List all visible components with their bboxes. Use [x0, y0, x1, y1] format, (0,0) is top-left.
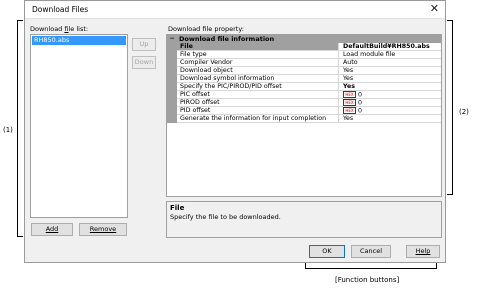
property-row-pirod-offset[interactable]: PIROD offset HEX 0: [167, 99, 441, 107]
property-row-pic-offset[interactable]: PIC offset HEX 0: [167, 91, 441, 99]
property-value: HEX 0: [339, 99, 441, 107]
annotation-left-bracket: [17, 20, 23, 237]
property-description-panel: File Specify the file to be downloaded.: [166, 201, 442, 238]
property-value: Yes: [339, 115, 441, 123]
hex-badge-icon: HEX: [343, 107, 356, 114]
property-value: Load module file: [339, 51, 441, 59]
remove-button[interactable]: Remove: [79, 223, 127, 236]
property-name: Compiler Vendor: [177, 59, 339, 67]
property-name: PID offset: [177, 107, 339, 115]
property-name: File type: [177, 51, 339, 59]
file-list-label: Download file list:: [30, 25, 89, 33]
add-button[interactable]: Add: [31, 223, 73, 236]
property-name: Generate the information for input compl…: [177, 115, 339, 123]
property-name: Specify the PIC/PIROD/PID offset: [177, 83, 339, 91]
ok-button[interactable]: OK: [309, 245, 345, 258]
property-value: Auto: [339, 59, 441, 67]
property-name: Download object: [177, 67, 339, 75]
description-title: File: [170, 204, 185, 212]
function-buttons-label: [Function buttons]: [335, 276, 400, 284]
property-row-pid-offset[interactable]: PID offset HEX 0: [167, 107, 441, 115]
property-row-download-symbol[interactable]: Download symbol information Yes: [167, 75, 441, 83]
down-button[interactable]: Down: [132, 56, 156, 69]
hex-badge-icon: HEX: [343, 91, 356, 98]
property-name: PIROD offset: [177, 99, 339, 107]
cancel-button[interactable]: Cancel: [351, 245, 391, 258]
description-text: Specify the file to be downloaded.: [170, 213, 281, 221]
property-row-specify-offset[interactable]: Specify the PIC/PIROD/PID offset Yes: [167, 83, 441, 91]
property-name: Download symbol information: [177, 75, 339, 83]
property-label: Download file property:: [168, 25, 244, 33]
property-value: HEX 0: [339, 91, 441, 99]
title-bar: Download Files ✕: [25, 1, 445, 19]
help-button[interactable]: Help: [406, 245, 440, 258]
category-header[interactable]: − Download file information: [167, 35, 441, 43]
property-value: HEX 0: [339, 107, 441, 115]
property-grid[interactable]: − Download file information File Default…: [166, 34, 442, 197]
annotation-left-label: (1): [3, 126, 13, 134]
close-icon[interactable]: ✕: [430, 2, 439, 16]
up-button[interactable]: Up: [132, 38, 156, 51]
property-row-input-completion[interactable]: Generate the information for input compl…: [167, 115, 441, 123]
property-value: Yes: [339, 83, 441, 91]
property-name: PIC offset: [177, 91, 339, 99]
hex-badge-icon: HEX: [343, 99, 356, 106]
annotation-right-label: (2): [459, 108, 469, 116]
property-row-compiler-vendor[interactable]: Compiler Vendor Auto: [167, 59, 441, 67]
download-file-list[interactable]: RH850.abs: [30, 34, 128, 218]
collapse-icon[interactable]: −: [168, 35, 176, 43]
property-row-file-type[interactable]: File type Load module file: [167, 51, 441, 59]
list-item[interactable]: RH850.abs: [32, 36, 126, 45]
function-buttons-bracket: [305, 263, 437, 269]
property-value: Yes: [339, 67, 441, 75]
property-name: File: [177, 43, 339, 51]
property-row-file[interactable]: File DefaultBuild¥RH850.abs: [167, 43, 441, 51]
window-title: Download Files: [32, 5, 89, 14]
download-files-dialog: Download Files ✕ Download file list: RH8…: [24, 0, 446, 263]
property-row-download-object[interactable]: Download object Yes: [167, 67, 441, 75]
category-title: Download file information: [179, 35, 275, 43]
annotation-right-bracket: [447, 20, 453, 195]
property-value: DefaultBuild¥RH850.abs: [339, 43, 441, 51]
property-value: Yes: [339, 75, 441, 83]
